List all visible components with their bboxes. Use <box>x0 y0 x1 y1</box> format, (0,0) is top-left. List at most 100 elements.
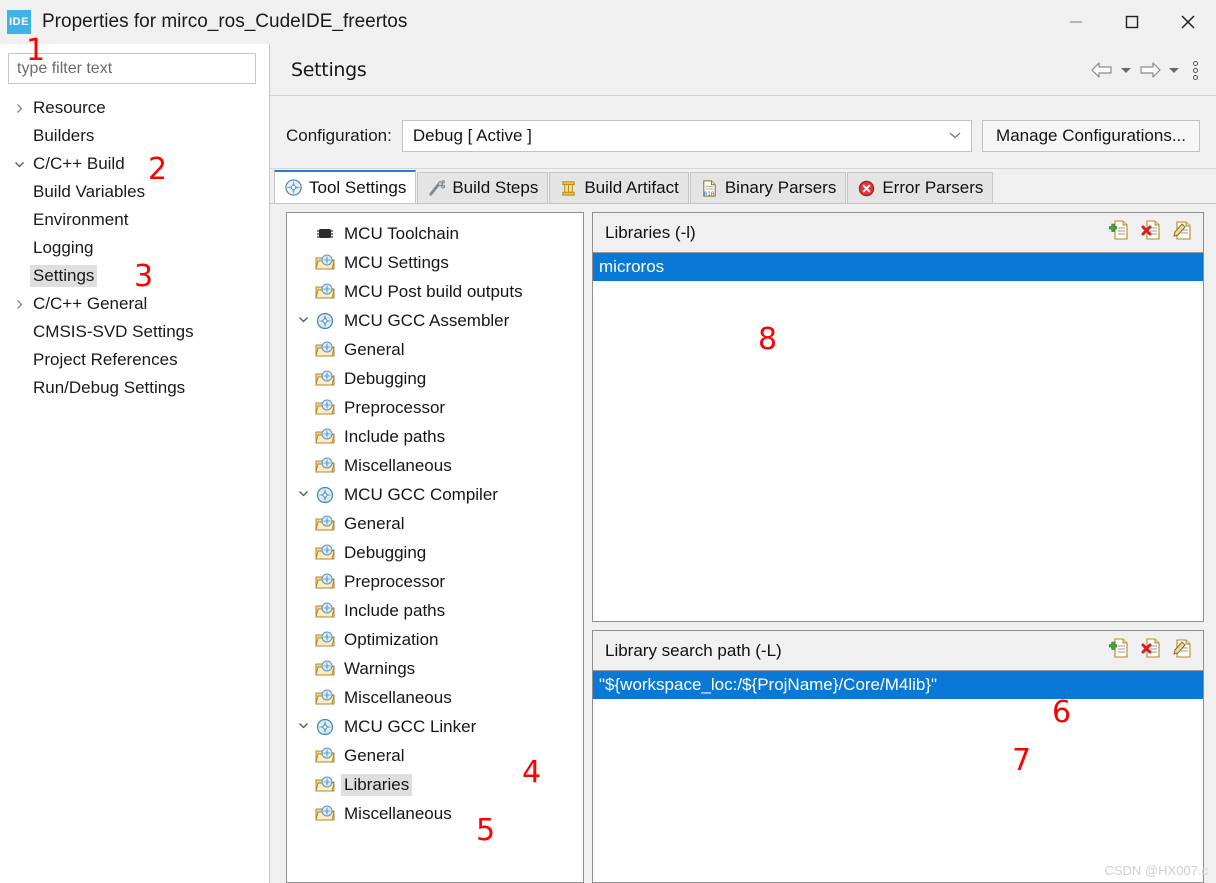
sidebar-item-logging[interactable]: Logging <box>0 234 269 262</box>
tool-tree-item-mcu-settings[interactable]: MCU Settings <box>287 248 583 277</box>
tool-tree-item-label: Optimization <box>344 629 439 649</box>
window-titlebar: IDE Properties for mirco_ros_CudeIDE_fre… <box>0 0 1216 44</box>
build-steps-icon <box>427 179 446 198</box>
folder-gear-icon <box>313 804 337 823</box>
ide-logo-icon: IDE <box>7 10 31 34</box>
sidebar-item-c-c-general[interactable]: C/C++ General <box>0 290 269 318</box>
tool-tree-item-debugging[interactable]: Debugging <box>287 538 583 567</box>
view-menu-button[interactable] <box>1184 56 1206 84</box>
tool-tree-item-include-paths[interactable]: Include paths <box>287 596 583 625</box>
tool-tree-item-label: Include paths <box>344 426 446 446</box>
tool-tree-item-mcu-gcc-assembler[interactable]: MCU GCC Assembler <box>287 306 583 335</box>
tool-tree-item-miscellaneous[interactable]: Miscellaneous <box>287 799 583 828</box>
tool-tree-item-include-paths[interactable]: Include paths <box>287 422 583 451</box>
sidebar-item-c-c-build[interactable]: C/C++ Build <box>0 150 269 178</box>
tool-tree-item-label: MCU GCC Assembler <box>344 310 510 330</box>
tool-tree-item-label: MCU Settings <box>344 252 449 272</box>
tool-tree-item-label: General <box>344 339 405 359</box>
tool-tree-item-preprocessor[interactable]: Preprocessor <box>287 393 583 422</box>
sidebar-item-settings[interactable]: Settings <box>0 262 269 290</box>
tool-tree-item-warnings[interactable]: Warnings <box>287 654 583 683</box>
add-icon[interactable] <box>1108 637 1131 664</box>
configuration-select[interactable]: Debug [ Active ] <box>401 120 973 152</box>
tab-label: Error Parsers <box>882 178 984 197</box>
libraries-items[interactable]: microros <box>593 253 1203 621</box>
configuration-section: Configuration: Debug [ Active ] Manage C… <box>270 96 1216 169</box>
tool-tree-item-mcu-post-build-outputs[interactable]: MCU Post build outputs <box>287 277 583 306</box>
library-search-path-items[interactable]: "${workspace_loc:/${ProjName}/Core/M4lib… <box>593 671 1203 882</box>
tool-settings-body: MCU Toolchain MCU Settings MCU Post build … <box>270 203 1216 883</box>
dot-icon <box>1192 67 1198 73</box>
libraries-title: Libraries (-l) <box>605 222 696 242</box>
sidebar-item-cmsis-svd-settings[interactable]: CMSIS-SVD Settings <box>0 318 269 346</box>
page-header-toolbar <box>1088 44 1206 96</box>
list-item[interactable]: "${workspace_loc:/${ProjName}/Core/M4lib… <box>593 671 1203 699</box>
tool-tree-item-optimization[interactable]: Optimization <box>287 625 583 654</box>
manage-configurations-button[interactable]: Manage Configurations... <box>982 120 1200 152</box>
tool-tree-item-label: MCU GCC Compiler <box>344 484 498 504</box>
chevron-down-icon[interactable] <box>293 488 313 502</box>
folder-gear-icon <box>313 630 337 649</box>
tool-tree-item-debugging[interactable]: Debugging <box>287 364 583 393</box>
back-dropdown-button[interactable] <box>1118 56 1134 84</box>
folder-gear-icon <box>313 369 337 388</box>
tool-tree-item-mcu-gcc-compiler[interactable]: MCU GCC Compiler <box>287 480 583 509</box>
sidebar-item-label: C/C++ General <box>33 294 148 313</box>
chevron-down-icon[interactable] <box>293 720 313 734</box>
tool-tree-item-label: Debugging <box>344 368 427 388</box>
chevron-down-icon[interactable] <box>8 159 30 170</box>
maximize-icon <box>1125 15 1139 29</box>
binary-parsers-icon: 010 <box>700 179 719 198</box>
forward-button[interactable] <box>1136 56 1164 84</box>
delete-icon[interactable] <box>1141 219 1163 246</box>
back-button[interactable] <box>1088 56 1116 84</box>
forward-dropdown-button[interactable] <box>1166 56 1182 84</box>
settings-navigation-sidebar: type filter text Resource Builders C/C++ B… <box>0 44 270 883</box>
delete-icon[interactable] <box>1141 637 1163 664</box>
tool-tree-item-label: Miscellaneous <box>344 687 452 707</box>
tab-build-steps[interactable]: Build Steps <box>417 172 549 203</box>
tool-tree-item-general[interactable]: General <box>287 741 583 770</box>
tab-build-artifact[interactable]: Build Artifact <box>549 172 689 203</box>
tool-tree-item-label: Libraries <box>341 773 413 796</box>
tab-binary-parsers[interactable]: 010 Binary Parsers <box>689 172 847 203</box>
edit-icon[interactable] <box>1173 219 1195 246</box>
tab-error-parsers[interactable]: Error Parsers <box>847 172 994 203</box>
window-controls <box>1048 0 1216 44</box>
tab-tool-settings[interactable]: Tool Settings <box>274 170 417 203</box>
tool-tree-item-mcu-toolchain[interactable]: MCU Toolchain <box>287 219 583 248</box>
chevron-down-icon[interactable] <box>293 314 313 328</box>
tool-tree-item-miscellaneous[interactable]: Miscellaneous <box>287 451 583 480</box>
sidebar-item-build-variables[interactable]: Build Variables <box>0 178 269 206</box>
close-button[interactable] <box>1160 0 1216 44</box>
tool-tree-item-preprocessor[interactable]: Preprocessor <box>287 567 583 596</box>
minimize-button[interactable] <box>1048 0 1104 44</box>
tool-tree-item-mcu-gcc-linker[interactable]: MCU GCC Linker <box>287 712 583 741</box>
sidebar-item-resource[interactable]: Resource <box>0 94 269 122</box>
tool-tree-item-label: General <box>344 513 405 533</box>
chevron-right-icon[interactable] <box>8 103 30 114</box>
sidebar-item-project-references[interactable]: Project References <box>0 346 269 374</box>
maximize-button[interactable] <box>1104 0 1160 44</box>
tool-tree-item-general[interactable]: General <box>287 335 583 364</box>
list-item[interactable]: microros <box>593 253 1203 281</box>
add-icon[interactable] <box>1108 219 1131 246</box>
sidebar-item-run-debug-settings[interactable]: Run/Debug Settings <box>0 374 269 402</box>
tab-label: Build Artifact <box>584 178 679 197</box>
tool-tree-item-miscellaneous[interactable]: Miscellaneous <box>287 683 583 712</box>
folder-gear-icon <box>313 427 337 446</box>
edit-icon[interactable] <box>1173 637 1195 664</box>
build-artifact-icon <box>559 179 578 198</box>
sidebar-item-builders[interactable]: Builders <box>0 122 269 150</box>
filter-input[interactable]: type filter text <box>8 53 256 84</box>
chevron-down-icon <box>1169 68 1179 73</box>
dot-icon <box>1192 60 1198 66</box>
chevron-right-icon[interactable] <box>8 299 30 310</box>
folder-gear-icon <box>313 456 337 475</box>
tool-tree-item-general[interactable]: General <box>287 509 583 538</box>
tool-tree-item-libraries[interactable]: Libraries <box>287 770 583 799</box>
libraries-header: Libraries (-l) <box>593 213 1203 253</box>
tool-category-tree[interactable]: MCU Toolchain MCU Settings MCU Post build … <box>286 212 584 883</box>
minimize-icon <box>1070 21 1082 23</box>
sidebar-item-environment[interactable]: Environment <box>0 206 269 234</box>
